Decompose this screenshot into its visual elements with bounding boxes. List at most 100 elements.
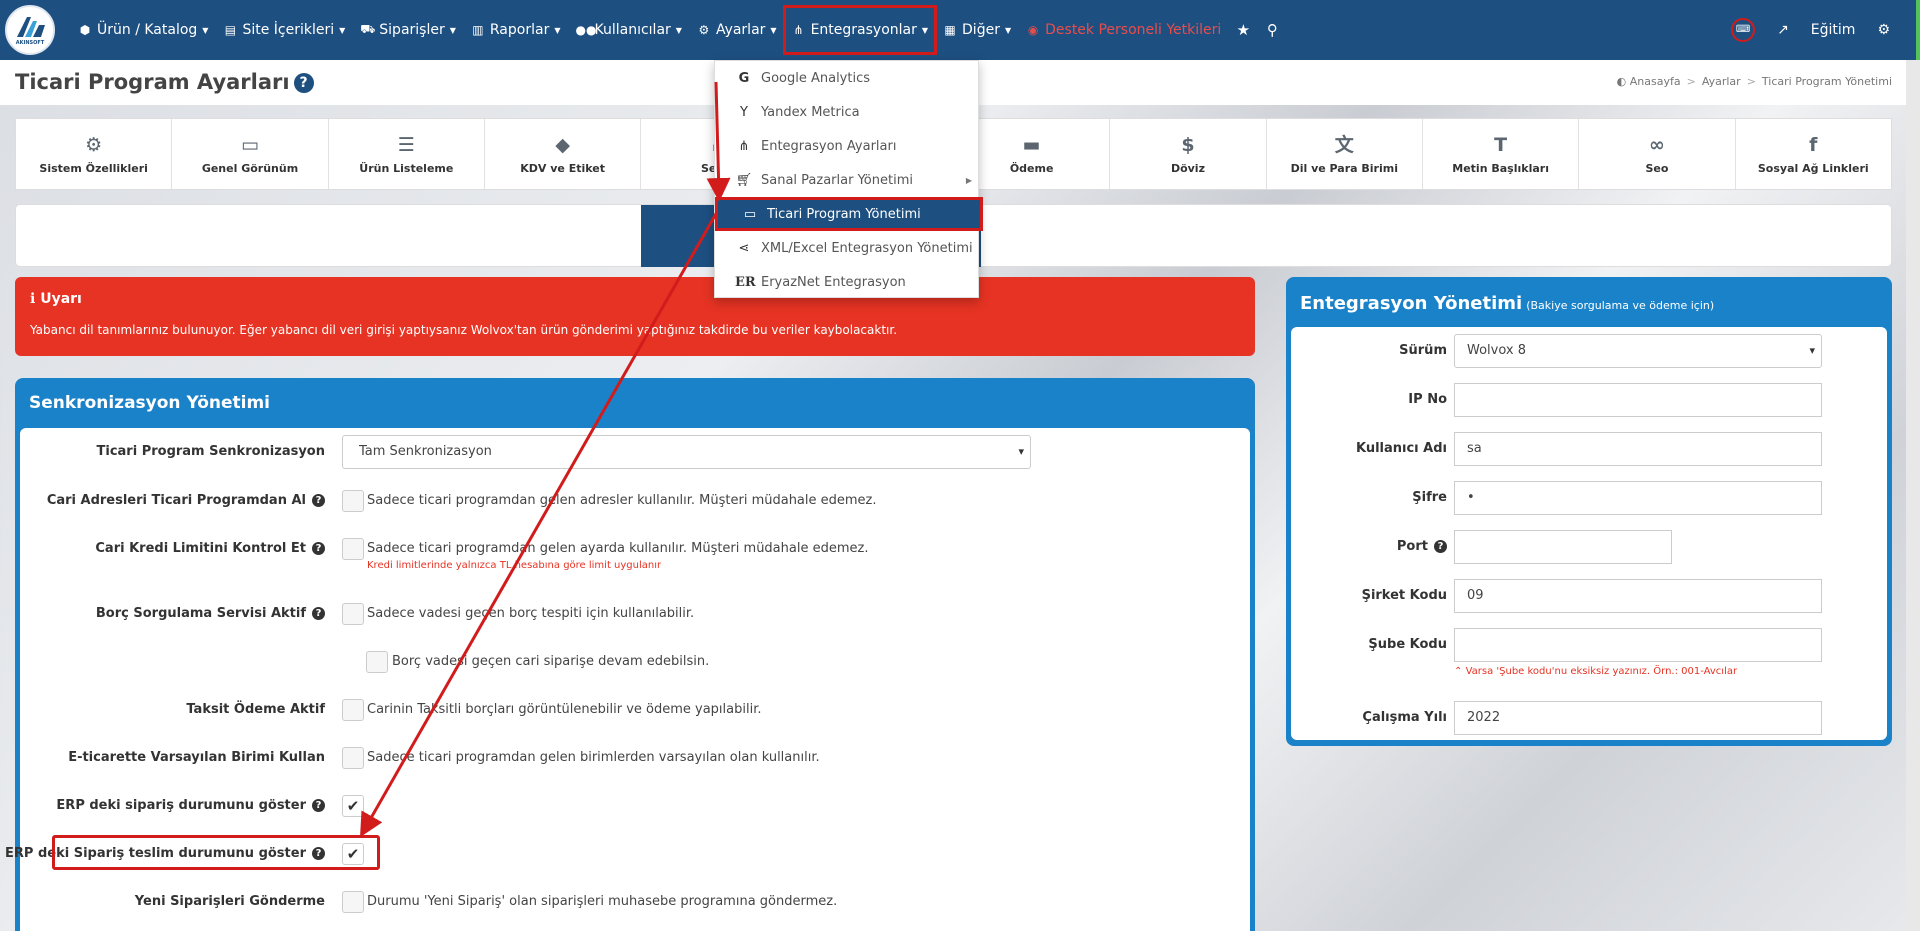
- yeni-siparis-checkbox[interactable]: [342, 891, 364, 913]
- cart-icon: 🛒︎: [735, 172, 753, 188]
- ip-no-input[interactable]: [1454, 383, 1822, 417]
- tab-doviz[interactable]: $ Döviz: [1110, 119, 1267, 189]
- main-nav: ⬢ Ürün / Katalog ▼ ▤ Site İçerikleri ▼ ⛟ Sipa…: [78, 0, 1294, 60]
- info-icon: ℹ: [30, 291, 41, 307]
- favorites-star-icon[interactable]: ★: [1236, 21, 1250, 39]
- nav-raporlar[interactable]: ▥ Raporlar ▼: [471, 22, 561, 38]
- menu-item-entegrasyon-ayarlari[interactable]: ⋔ Entegrasyon Ayarları: [715, 129, 978, 163]
- menu-item-sanal-pazarlar[interactable]: 🛒︎ Sanal Pazarlar Yönetimi ▶: [715, 163, 978, 197]
- tags-icon: ◆: [555, 133, 570, 156]
- menu-item-google-analytics[interactable]: G Google Analytics: [715, 61, 978, 95]
- cari-adres-checkbox[interactable]: [342, 490, 364, 512]
- settings-row: Cari Adresleri Ticari Programdan Al? Sad…: [20, 486, 1250, 516]
- row-label-text: Borç Sorgulama Servisi Aktif: [95, 606, 306, 621]
- surum-select[interactable]: Wolvox 8 ▾: [1454, 334, 1822, 368]
- row-label-text: ERP deki sipariş durumunu göster: [56, 798, 306, 813]
- tab-sosyal-ag-linkleri[interactable]: f Sosyal Ağ Linkleri: [1736, 119, 1891, 189]
- password-input[interactable]: •: [1454, 481, 1822, 515]
- integration-panel-body: Sürüm Wolvox 8 ▾ IP No Kullanıcı Adı sa Ş…: [1291, 327, 1887, 740]
- help-icon[interactable]: ?: [312, 799, 325, 812]
- keyboard-icon[interactable]: ⌨: [1731, 18, 1756, 42]
- nav-siparisler[interactable]: ⛟ Siparişler ▼: [360, 22, 456, 38]
- nav-ayarlar[interactable]: ⚙ Ayarlar ▼: [697, 22, 777, 38]
- share-icon: ⋖: [738, 240, 750, 256]
- field-label: Çalışma Yılı: [1362, 710, 1447, 725]
- help-icon[interactable]: ?: [312, 542, 325, 555]
- field-row: Şube Kodu ⌃ Varsa 'Şube kodu'nu eksiksiz…: [1291, 628, 1887, 677]
- erp-siparis-durum-checkbox[interactable]: ✔: [342, 795, 364, 817]
- alert-title: ℹ Uyarı: [30, 291, 82, 307]
- external-link-icon[interactable]: ↗: [1777, 22, 1789, 38]
- nav-site-icerikleri[interactable]: ▤ Site İçerikleri ▼: [223, 22, 346, 38]
- tab-genel-gorunum[interactable]: ▭ Genel Görünüm: [172, 119, 329, 189]
- borc-vade-checkbox[interactable]: [366, 651, 388, 673]
- taksit-odeme-checkbox[interactable]: [342, 699, 364, 721]
- tab-label: Metin Başlıkları: [1452, 161, 1549, 175]
- help-icon[interactable]: ?: [312, 607, 325, 620]
- field-row: Şirket Kodu 09: [1291, 579, 1887, 613]
- tab-kdv-etiket[interactable]: ◆ KDV ve Etiket: [485, 119, 642, 189]
- help-icon[interactable]: ?: [312, 494, 325, 507]
- caret-down-icon: ▼: [770, 25, 777, 35]
- kredi-limit-checkbox[interactable]: [342, 538, 364, 560]
- sync-panel-title: Senkronizasyon Yönetimi: [29, 393, 270, 413]
- tab-seo[interactable]: ∞ Seo: [1579, 119, 1736, 189]
- integration-title-text: Entegrasyon Yönetimi: [1300, 293, 1523, 314]
- integration-subtitle: (Bakiye sorgulama ve ödeme için): [1526, 299, 1715, 312]
- row-label: Cari Kredi Limitini Kontrol Et?: [95, 534, 325, 564]
- chevron-down-icon: ▾: [1809, 344, 1815, 357]
- breadcrumb-home[interactable]: Anasayfa: [1630, 75, 1681, 88]
- menu-item-ticari-program[interactable]: ▭ Ticari Program Yönetimi: [715, 197, 983, 231]
- integration-panel-title: Entegrasyon Yönetimi (Bakiye sorgulama ve…: [1300, 293, 1714, 314]
- help-icon[interactable]: ?: [1434, 540, 1447, 553]
- education-link[interactable]: Eğitim: [1811, 22, 1856, 38]
- integrations-dropdown: G Google Analytics Y Yandex Metrica ⋔ Enteg…: [714, 60, 983, 299]
- breadcrumb-settings[interactable]: Ayarlar: [1702, 75, 1741, 88]
- search-button[interactable]: ⚲: [1265, 21, 1279, 39]
- menu-item-label: Sanal Pazarlar Yönetimi: [761, 172, 913, 188]
- tab-metin-basliklari[interactable]: T Metin Başlıkları: [1423, 119, 1580, 189]
- menu-item-xml-excel[interactable]: ⋖ XML/Excel Entegrasyon Yönetimi: [715, 231, 978, 265]
- tab-urun-listeleme[interactable]: ☰ Ürün Listeleme: [329, 119, 485, 189]
- surum-value: Wolvox 8: [1467, 343, 1527, 358]
- calisma-yili-input[interactable]: 2022: [1454, 701, 1822, 735]
- tab-dil-para-birimi[interactable]: 文 Dil ve Para Birimi: [1267, 119, 1423, 189]
- menu-item-eryaznet[interactable]: ER EryazNet Entegrasyon: [715, 265, 978, 299]
- username-input[interactable]: sa: [1454, 432, 1822, 466]
- nav-entegrasyonlar[interactable]: ⋔ Entegrasyonlar ▼: [782, 5, 938, 55]
- logo-text: AKINSOFT: [15, 40, 45, 46]
- top-navbar: AKINSOFT ⬢ Ürün / Katalog ▼ ▤ Site İçerikle…: [0, 0, 1920, 60]
- sube-kodu-input[interactable]: [1454, 628, 1822, 662]
- scrollbar-right[interactable]: [1906, 60, 1920, 931]
- tab-sistem-ozellikleri[interactable]: ⚙ Sistem Özellikleri: [16, 119, 173, 189]
- borc-sorgulama-checkbox[interactable]: [342, 603, 364, 625]
- dollar-icon: $: [1181, 133, 1195, 156]
- caret-down-icon: ▼: [554, 25, 561, 35]
- nav-diger[interactable]: ▦ Diğer ▼: [943, 22, 1011, 38]
- yandex-icon: Y: [740, 104, 748, 120]
- row-note: Kredi limitlerinde yalnızca TL hesabına …: [367, 560, 662, 571]
- menu-item-label: Yandex Metrica: [761, 104, 860, 120]
- warning-alert: ℹ Uyarı Yabancı dil tanımlarınız bulunuy…: [15, 277, 1255, 356]
- nav-urun-katalog[interactable]: ⬢ Ürün / Katalog ▼: [78, 22, 209, 38]
- settings-gear-icon[interactable]: ⚙: [1877, 22, 1890, 38]
- row-description: Durumu 'Yeni Sipariş' olan siparişleri m…: [367, 894, 838, 909]
- nav-destek-personeli[interactable]: ◉ Destek Personeli Yetkileri: [1026, 22, 1221, 38]
- field-label: Sürüm: [1399, 343, 1447, 358]
- field-row: Port?: [1291, 530, 1887, 564]
- menu-item-yandex-metrica[interactable]: Y Yandex Metrica: [715, 95, 978, 129]
- nav-kullanicilar[interactable]: ●● Kullanıcılar ▼: [575, 22, 681, 38]
- alert-text: Yabancı dil tanımlarınız bulunuyor. Eğer…: [30, 323, 898, 337]
- program-sync-select[interactable]: Tam Senkronizasyon ▾: [342, 435, 1031, 469]
- port-input[interactable]: [1454, 530, 1672, 564]
- caret-down-icon: ▼: [675, 25, 682, 35]
- sirket-kodu-input[interactable]: 09: [1454, 579, 1822, 613]
- cogs-icon: ⚙: [698, 23, 710, 37]
- varsayilan-birim-checkbox[interactable]: [342, 747, 364, 769]
- caret-down-icon: ▼: [921, 25, 929, 35]
- akinsoft-logo[interactable]: AKINSOFT: [5, 5, 55, 55]
- tab-label: Sosyal Ağ Linkleri: [1757, 161, 1869, 175]
- menu-item-label: XML/Excel Entegrasyon Yönetimi: [761, 240, 973, 256]
- help-icon[interactable]: ?: [293, 73, 314, 93]
- field-row: Kullanıcı Adı sa: [1291, 432, 1887, 466]
